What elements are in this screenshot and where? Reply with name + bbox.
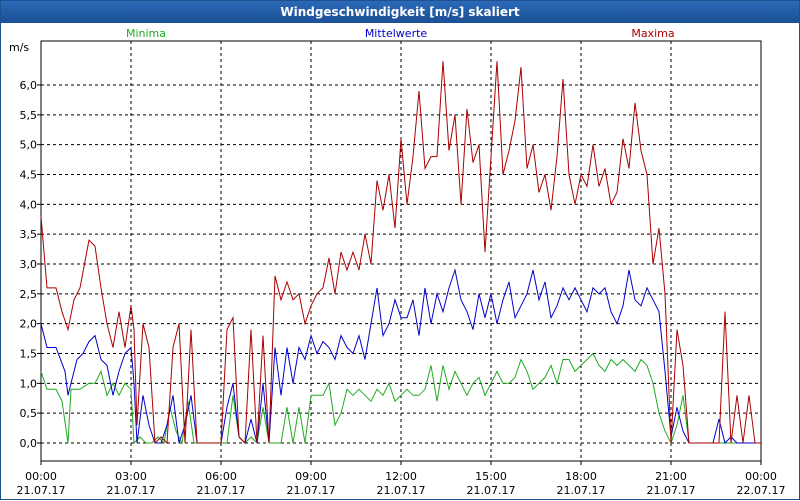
x-tick-date: 21.07.17	[467, 484, 516, 497]
chart-canvas: 0,0 0,5 1,0 1,5 2,0 2,5 3,0 3,5 4,0 4,5 5,0 5,5 6,0 m…	[9, 27, 785, 497]
x-tick-date: 22.07.17	[737, 484, 786, 497]
y-tick-label: 2,5	[20, 288, 38, 301]
x-tick-time: 03:00	[115, 470, 147, 483]
y-tick-label: 2,0	[20, 318, 38, 331]
y-tick-label: 0,5	[20, 407, 38, 420]
y-tick-label: 6,0	[20, 79, 38, 92]
y-tick-label: 5,5	[20, 109, 38, 122]
chart-window: Windgeschwindigkeit [m/s] skaliert 0,0 0,…	[0, 0, 800, 500]
x-tick-time: 09:00	[295, 470, 327, 483]
x-tick-date: 21.07.17	[17, 484, 66, 497]
x-tick-date: 21.07.17	[377, 484, 426, 497]
x-tick-date: 21.07.17	[287, 484, 336, 497]
y-tick-label: 3,5	[20, 228, 38, 241]
y-tick-label: 4,5	[20, 169, 38, 182]
x-tick-time: 18:00	[565, 470, 597, 483]
x-tick-date: 21.07.17	[197, 484, 246, 497]
legend: Minima Mittelwerte Maxima	[126, 27, 675, 40]
x-tick-time: 00:00	[25, 470, 57, 483]
y-tick-label: 1,0	[20, 377, 38, 390]
tick-labels: 0,0 0,5 1,0 1,5 2,0 2,5 3,0 3,5 4,0 4,5 5,0 5,5 6,0 m…	[9, 41, 785, 497]
grid-lines	[41, 41, 761, 461]
y-tick-label: 5,0	[20, 139, 38, 152]
legend-item-maxima: Maxima	[631, 27, 674, 40]
x-tick-date: 21.07.17	[647, 484, 696, 497]
x-tick-time: 15:00	[475, 470, 507, 483]
y-tick-label: 3,0	[20, 258, 38, 271]
y-tick-label: 1,5	[20, 348, 38, 361]
x-tick-time: 21:00	[655, 470, 687, 483]
legend-item-mittelwerte: Mittelwerte	[365, 27, 428, 40]
y-axis-label: m/s	[9, 41, 29, 54]
y-tick-label: 0,0	[20, 437, 38, 450]
y-tick-label: 4,0	[20, 198, 38, 211]
x-tick-date: 21.07.17	[557, 484, 606, 497]
x-tick-time: 06:00	[205, 470, 237, 483]
x-tick-time: 00:00	[745, 470, 777, 483]
x-tick-date: 21.07.17	[107, 484, 156, 497]
x-tick-time: 12:00	[385, 470, 417, 483]
legend-item-minima: Minima	[126, 27, 166, 40]
